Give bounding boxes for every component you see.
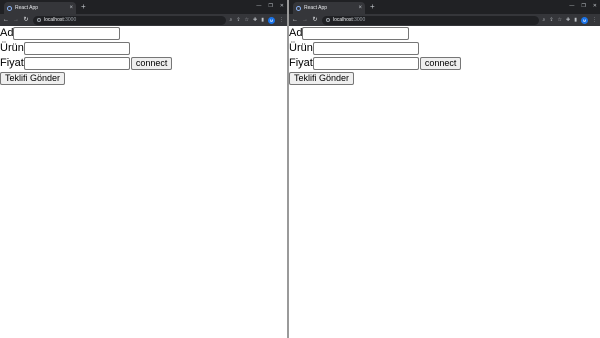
price-input[interactable] xyxy=(312,57,419,70)
extensions-icon[interactable]: ✚ xyxy=(253,17,257,23)
product-label: Ürün xyxy=(0,42,24,54)
name-label: Ad xyxy=(0,27,14,39)
bookmark-star-icon[interactable]: ☆ xyxy=(558,17,562,23)
forward-icon[interactable]: → xyxy=(13,17,19,23)
price-row: Fiyat connect xyxy=(289,56,600,71)
close-window-icon[interactable]: ✕ xyxy=(593,3,597,9)
maximize-icon[interactable]: ❐ xyxy=(581,3,585,9)
url-text: localhost:3000 xyxy=(333,17,366,23)
page-content: Ad Ürün Fiyat connect Teklifi Gönder xyxy=(0,26,287,338)
new-tab-icon[interactable]: + xyxy=(370,3,375,11)
name-input[interactable] xyxy=(13,27,121,40)
back-icon[interactable]: ← xyxy=(292,17,298,23)
share-icon[interactable]: ⇪ xyxy=(549,17,553,23)
page-content: Ad Ürün Fiyat connect Teklifi Gönder xyxy=(289,26,600,338)
maximize-icon[interactable]: ❐ xyxy=(268,3,272,9)
connect-button[interactable]: connect xyxy=(130,57,173,70)
close-window-icon[interactable]: ✕ xyxy=(280,3,284,9)
send-offer-button[interactable]: Teklifi Gönder xyxy=(0,72,66,85)
price-input[interactable] xyxy=(23,57,130,70)
profile-avatar[interactable]: M xyxy=(268,16,275,24)
toolbar-icons: ⌕ ⇪ ☆ ✚ ▮ M ⋮ xyxy=(230,16,284,24)
minimize-icon[interactable]: — xyxy=(569,3,574,9)
address-bar[interactable]: localhost:3000 xyxy=(33,15,226,25)
zoom-icon[interactable]: ⌕ xyxy=(543,17,546,23)
toolbar-icons: ⌕ ⇪ ☆ ✚ ▮ M ⋮ xyxy=(543,16,597,24)
window-controls: — ❐ ✕ xyxy=(569,3,597,9)
tab-title: React App xyxy=(304,5,328,11)
browser-toolbar: ← → ↻ localhost:3000 ⌕ ⇪ ☆ ✚ ▮ M ⋮ xyxy=(289,14,600,26)
forward-icon[interactable]: → xyxy=(302,17,308,23)
tab-strip: React App × + — ❐ ✕ xyxy=(0,0,287,14)
menu-icon[interactable]: ⋮ xyxy=(279,17,284,23)
profile-avatar[interactable]: M xyxy=(581,16,588,24)
browser-toolbar: ← → ↻ localhost:3000 ⌕ ⇪ ☆ ✚ ▮ M ⋮ xyxy=(0,14,287,26)
back-icon[interactable]: ← xyxy=(3,17,9,23)
favicon-icon xyxy=(7,5,12,11)
connect-button[interactable]: connect xyxy=(419,57,462,70)
favicon-icon xyxy=(296,5,301,11)
share-icon[interactable]: ⇪ xyxy=(236,17,240,23)
bookmark-star-icon[interactable]: ☆ xyxy=(245,17,249,23)
product-row: Ürün xyxy=(289,41,600,56)
minimize-icon[interactable]: — xyxy=(256,3,261,9)
product-row: Ürün xyxy=(0,41,287,56)
submit-row: Teklifi Gönder xyxy=(0,71,287,86)
address-bar[interactable]: localhost:3000 xyxy=(322,15,539,25)
tab-title: React App xyxy=(15,5,39,11)
side-panel-icon[interactable]: ▮ xyxy=(574,17,577,23)
window-controls: — ❐ ✕ xyxy=(256,3,284,9)
tab-react-app[interactable]: React App × xyxy=(4,2,76,14)
name-row: Ad xyxy=(0,26,287,41)
product-input[interactable] xyxy=(312,42,419,55)
site-info-icon[interactable] xyxy=(326,18,330,22)
submit-row: Teklifi Gönder xyxy=(289,71,600,86)
menu-icon[interactable]: ⋮ xyxy=(592,17,597,23)
name-input[interactable] xyxy=(302,27,410,40)
reload-icon[interactable]: ↻ xyxy=(23,17,29,23)
browser-window-right: React App × + — ❐ ✕ ← → ↻ localhost:3000… xyxy=(289,0,600,338)
tab-react-app[interactable]: React App × xyxy=(293,2,365,14)
side-panel-icon[interactable]: ▮ xyxy=(261,17,264,23)
extensions-icon[interactable]: ✚ xyxy=(566,17,570,23)
site-info-icon[interactable] xyxy=(37,18,41,22)
url-text: localhost:3000 xyxy=(44,17,77,23)
new-tab-icon[interactable]: + xyxy=(81,3,86,11)
reload-icon[interactable]: ↻ xyxy=(312,17,318,23)
tab-close-icon[interactable]: × xyxy=(358,5,362,11)
product-input[interactable] xyxy=(23,42,130,55)
product-label: Ürün xyxy=(289,42,313,54)
send-offer-button[interactable]: Teklifi Gönder xyxy=(289,72,355,85)
price-label: Fiyat xyxy=(0,57,24,69)
tab-close-icon[interactable]: × xyxy=(69,5,73,11)
browser-window-left: React App × + — ❐ ✕ ← → ↻ localhost:3000… xyxy=(0,0,287,338)
zoom-icon[interactable]: ⌕ xyxy=(230,17,233,23)
name-row: Ad xyxy=(289,26,600,41)
price-row: Fiyat connect xyxy=(0,56,287,71)
tab-strip: React App × + — ❐ ✕ xyxy=(289,0,600,14)
price-label: Fiyat xyxy=(289,57,313,69)
name-label: Ad xyxy=(289,27,303,39)
